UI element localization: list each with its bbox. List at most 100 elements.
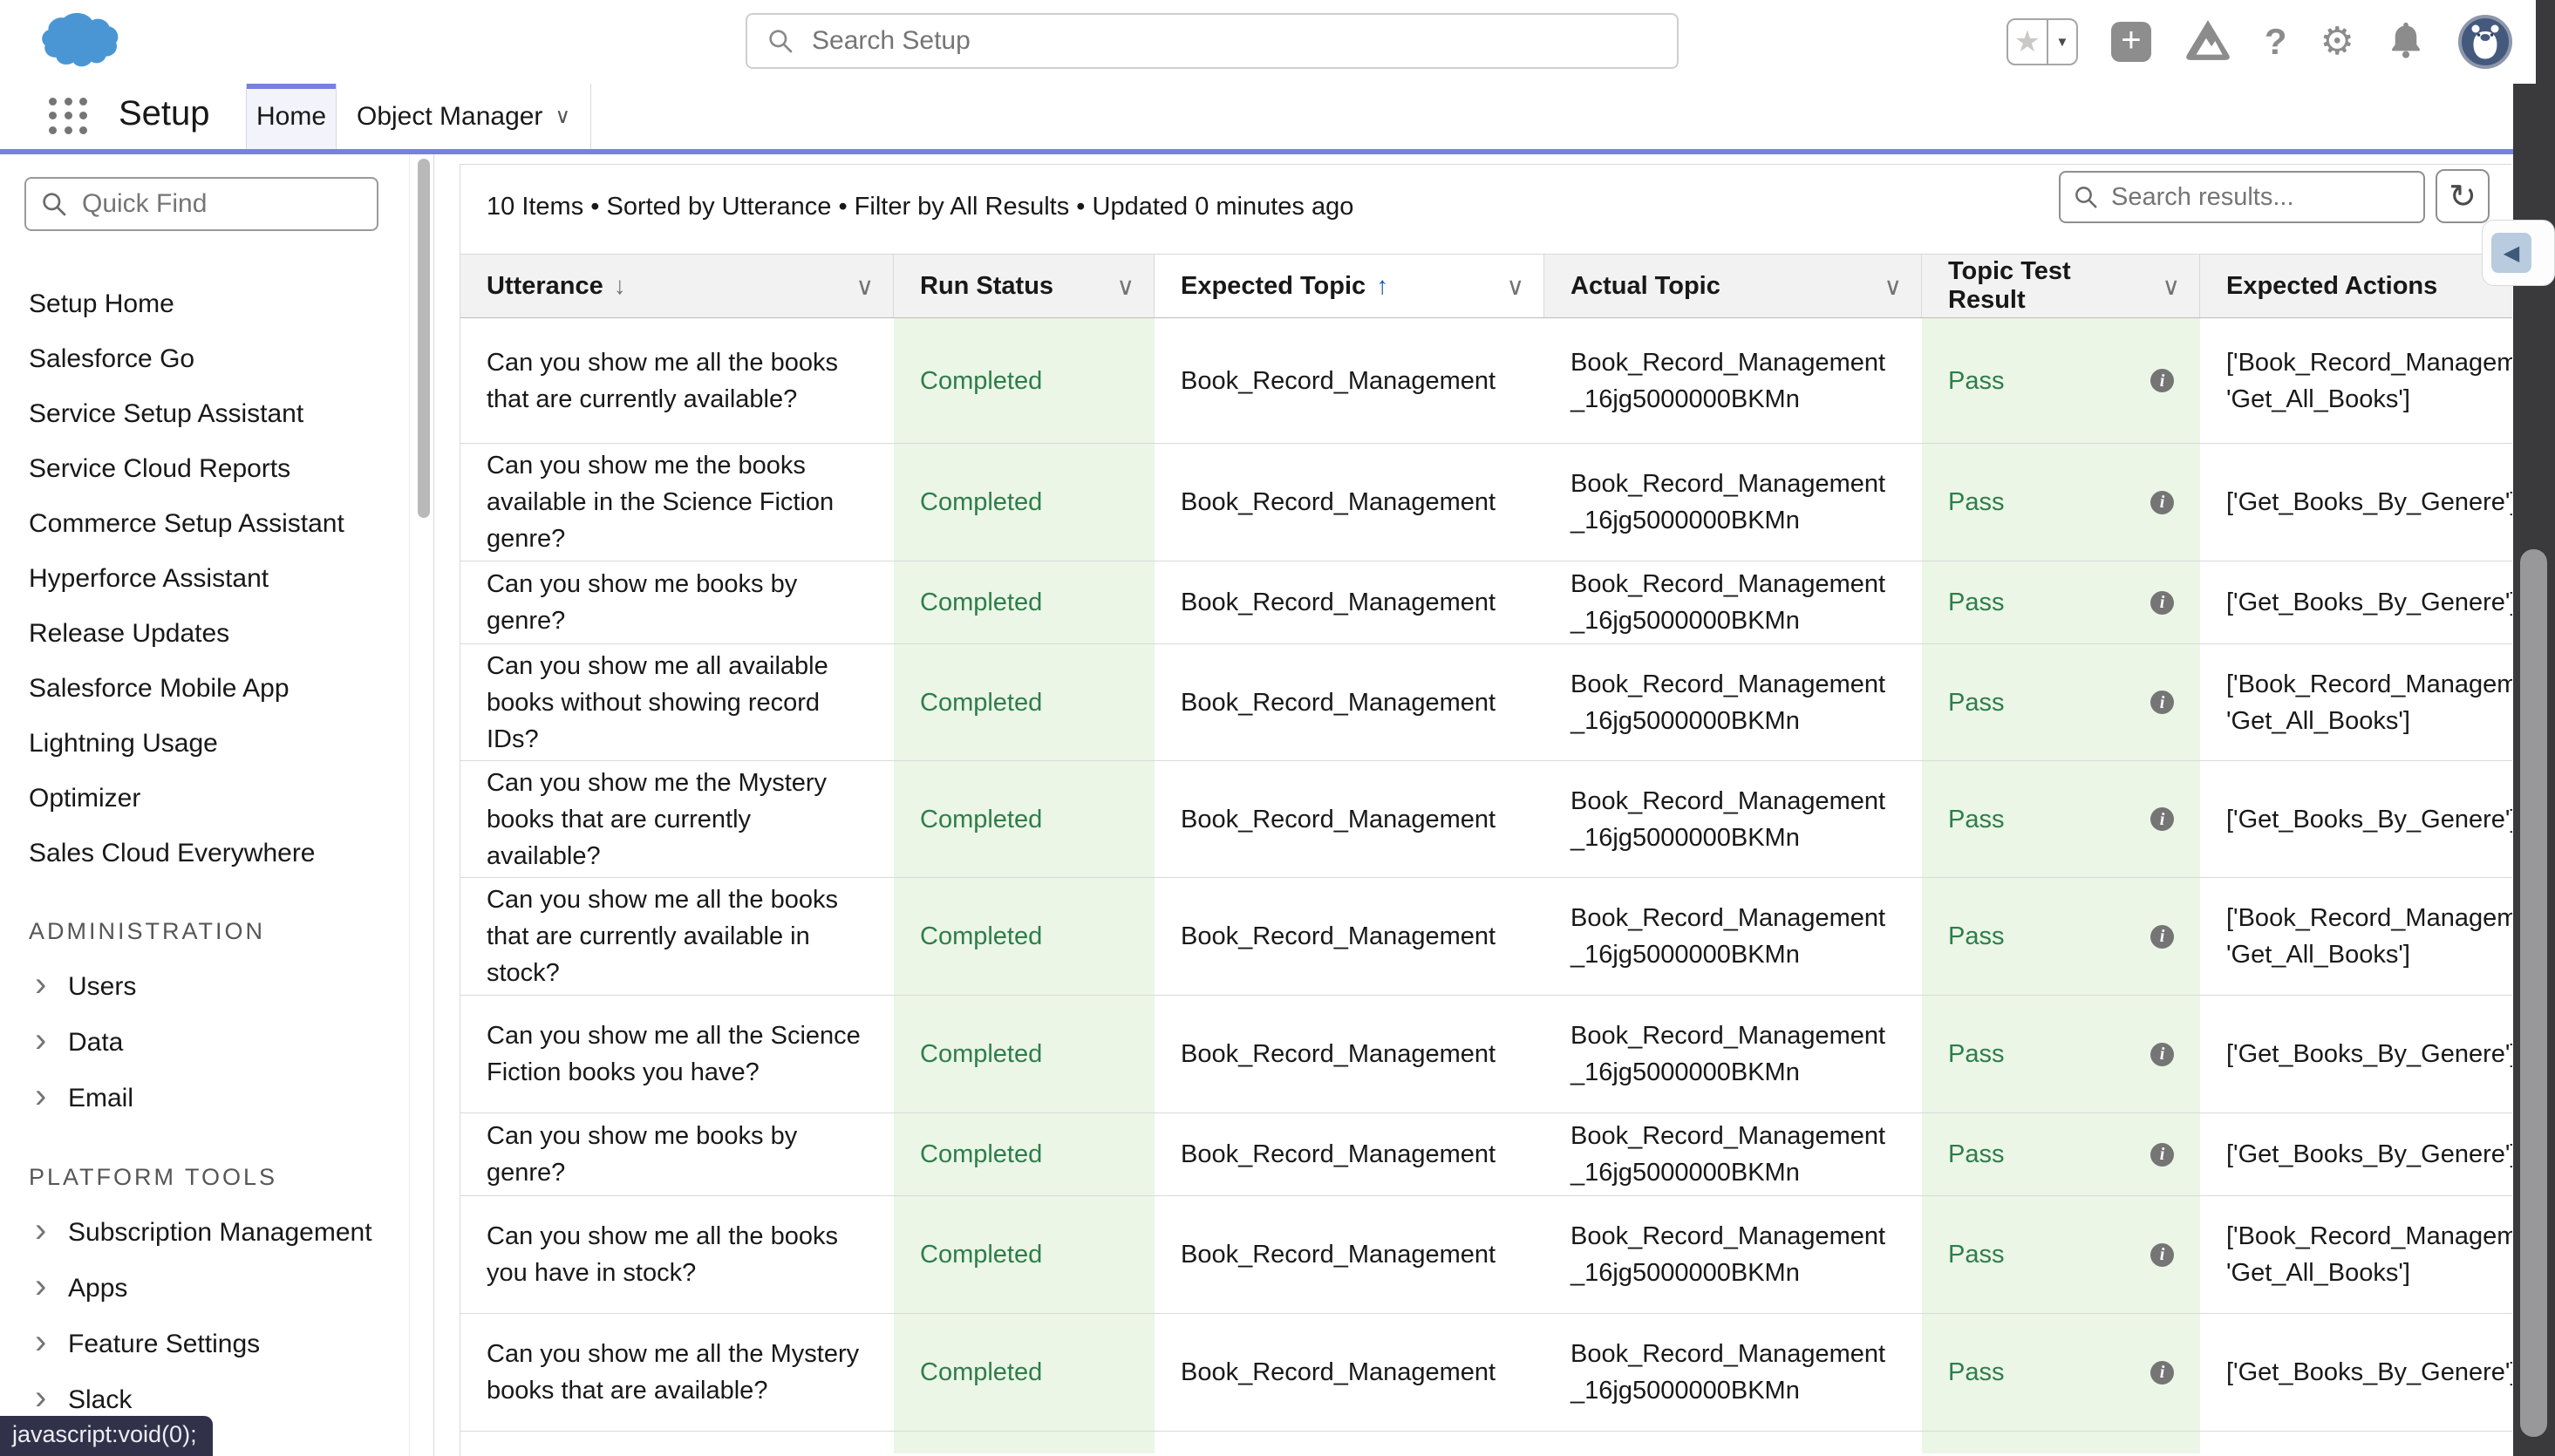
refresh-button[interactable]: ↻ bbox=[2436, 169, 2490, 223]
collapse-panel-button[interactable]: ◀ bbox=[2491, 233, 2531, 273]
expected-topic-cell: Book_Record_Management bbox=[1155, 878, 1544, 995]
sidebar-item[interactable]: Salesforce Mobile App bbox=[0, 661, 410, 716]
sidebar-item[interactable]: Commerce Setup Assistant bbox=[0, 496, 410, 551]
quick-find-input[interactable] bbox=[82, 189, 340, 219]
sidebar-section-title: PLATFORM TOOLS bbox=[0, 1149, 410, 1205]
chevron-right-icon[interactable]: › bbox=[35, 1342, 68, 1347]
sidebar-item-label: Slack bbox=[68, 1385, 132, 1415]
results-search-input[interactable] bbox=[2111, 183, 2381, 212]
info-icon[interactable]: i bbox=[2150, 807, 2174, 831]
tab-home[interactable]: Home bbox=[246, 84, 337, 149]
sidebar-item-label: Sales Cloud Everywhere bbox=[29, 839, 316, 868]
column-header[interactable]: Run Status ∨ bbox=[894, 255, 1155, 317]
sidebar-item[interactable]: Setup Home bbox=[0, 276, 410, 331]
info-icon[interactable]: i bbox=[2150, 691, 2174, 714]
sidebar-item-label: Users bbox=[68, 972, 136, 1002]
chevron-right-icon[interactable]: › bbox=[35, 1096, 68, 1101]
sidebar-item[interactable]: Optimizer bbox=[0, 771, 410, 826]
chevron-right-icon[interactable]: › bbox=[35, 1230, 68, 1235]
topic-test-result-cell bbox=[1922, 1432, 2200, 1453]
column-menu-chevron-icon[interactable]: ∨ bbox=[1117, 272, 1135, 301]
quick-create-button[interactable]: + bbox=[2111, 22, 2151, 62]
column-menu-chevron-icon[interactable]: ∨ bbox=[856, 272, 875, 301]
chevron-right-icon[interactable]: › bbox=[35, 984, 68, 990]
expected-topic-cell: Book_Record_Management bbox=[1155, 318, 1544, 443]
table-row: Can you show me books by genre? Complete… bbox=[460, 1113, 2512, 1196]
app-launcher-button[interactable] bbox=[49, 98, 91, 136]
sidebar-group-item[interactable]: › Users bbox=[0, 959, 410, 1015]
column-header[interactable]: Topic Test Result ∨ bbox=[1922, 255, 2200, 317]
run-status-value: Completed bbox=[920, 363, 1042, 399]
help-button[interactable]: ? bbox=[2265, 21, 2287, 63]
info-icon[interactable]: i bbox=[2150, 1243, 2174, 1267]
sidebar-scrollbar-thumb[interactable] bbox=[418, 159, 430, 518]
run-status-cell: Completed bbox=[894, 1113, 1155, 1195]
favorites-dropdown[interactable]: ▼ bbox=[2047, 20, 2076, 64]
salesforce-cloud-logo[interactable] bbox=[24, 7, 127, 81]
sidebar-item[interactable]: Release Updates bbox=[0, 606, 410, 661]
sidebar-item[interactable]: Sales Cloud Everywhere bbox=[0, 826, 410, 881]
column-header[interactable]: Expected Topic ↑ ∨ bbox=[1155, 255, 1544, 317]
actual-topic-cell: Book_Record_Management_16jg5000000BKMn bbox=[1544, 644, 1922, 760]
info-icon[interactable]: i bbox=[2150, 491, 2174, 514]
run-status-cell: Completed bbox=[894, 1314, 1155, 1431]
sidebar-group-item[interactable]: › Email bbox=[0, 1071, 410, 1126]
sidebar-item[interactable]: Service Cloud Reports bbox=[0, 441, 410, 496]
topic-test-result-cell: Pass i bbox=[1922, 644, 2200, 760]
expected-actions-cell: ['Book_Record_Management', 'Get_All_Book… bbox=[2200, 878, 2512, 995]
setup-gear-button[interactable]: ⚙ bbox=[2320, 23, 2354, 61]
sidebar-group-item[interactable]: › Feature Settings bbox=[0, 1317, 410, 1372]
setup-tab-bar: Setup Home Object Manager ∨ bbox=[0, 84, 2555, 149]
expected-topic-value: Book_Record_Management bbox=[1181, 484, 1496, 520]
sidebar-item[interactable]: Salesforce Go bbox=[0, 331, 410, 386]
info-icon[interactable]: i bbox=[2150, 1043, 2174, 1066]
user-avatar[interactable] bbox=[2457, 14, 2513, 70]
sidebar-group-item[interactable]: › Apps bbox=[0, 1261, 410, 1317]
sidebar-item[interactable]: Hyperforce Assistant bbox=[0, 551, 410, 606]
utterance-text: Can you show me books by genre? bbox=[487, 566, 868, 639]
chevron-right-icon[interactable]: › bbox=[35, 1398, 68, 1403]
chevron-right-icon[interactable]: › bbox=[35, 1040, 68, 1045]
notifications-button[interactable] bbox=[2388, 20, 2424, 65]
utterance-cell: Can you show me books by genre? bbox=[460, 561, 894, 643]
sidebar-item-label: Optimizer bbox=[29, 784, 140, 813]
sidebar-item[interactable]: Service Setup Assistant bbox=[0, 386, 410, 441]
chevron-right-icon[interactable]: › bbox=[35, 1286, 68, 1291]
run-status-value: Completed bbox=[920, 1236, 1042, 1273]
column-menu-chevron-icon[interactable]: ∨ bbox=[1507, 272, 1525, 301]
sidebar-item-label: Lightning Usage bbox=[29, 729, 218, 759]
info-icon[interactable]: i bbox=[2150, 591, 2174, 615]
run-status-value: Completed bbox=[920, 684, 1042, 721]
expected-actions-cell: ['Book_Record_Management', 'Get_All_Book… bbox=[2200, 318, 2512, 443]
utterance-cell: Can you show me all the Science Fiction … bbox=[460, 996, 894, 1112]
tab-object-manager[interactable]: Object Manager ∨ bbox=[337, 84, 591, 149]
column-header[interactable]: Expected Actions bbox=[2200, 255, 2512, 317]
column-header[interactable]: Actual Topic ∨ bbox=[1544, 255, 1922, 317]
expected-topic-value: Book_Record_Management bbox=[1181, 684, 1496, 721]
info-icon[interactable]: i bbox=[2150, 925, 2174, 949]
sidebar-group-item[interactable]: › Subscription Management bbox=[0, 1205, 410, 1261]
utterance-cell: Can you show me all available books with… bbox=[460, 644, 894, 760]
trailhead-button[interactable] bbox=[2184, 18, 2231, 66]
quick-find-box bbox=[24, 177, 378, 231]
info-icon[interactable]: i bbox=[2150, 1143, 2174, 1167]
expected-topic-value: Book_Record_Management bbox=[1181, 1354, 1496, 1391]
header-actions: ★ ▼ + ? ⚙ bbox=[2007, 0, 2513, 84]
expected-topic-cell: Book_Record_Management bbox=[1155, 1113, 1544, 1195]
favorites-button[interactable]: ★ ▼ bbox=[2007, 18, 2078, 65]
expected-actions-cell: ['Get_Books_By_Genere'] bbox=[2200, 761, 2512, 877]
info-icon[interactable]: i bbox=[2150, 369, 2174, 392]
sidebar-nav: Setup Home Salesforce Go Service Setup A… bbox=[0, 276, 410, 1428]
sidebar-item[interactable]: Lightning Usage bbox=[0, 716, 410, 771]
table-row: Can you show me all the books you have i… bbox=[460, 1196, 2512, 1314]
info-icon[interactable]: i bbox=[2150, 1361, 2174, 1385]
column-menu-chevron-icon[interactable]: ∨ bbox=[2163, 272, 2181, 301]
column-menu-chevron-icon[interactable]: ∨ bbox=[1884, 272, 1903, 301]
page-scrollbar-thumb[interactable] bbox=[2520, 549, 2547, 1437]
search-icon bbox=[766, 27, 794, 55]
global-search-input[interactable] bbox=[812, 26, 1614, 56]
actual-topic-value: Book_Record_Management_16jg5000000BKMn bbox=[1570, 1336, 1896, 1409]
star-icon[interactable]: ★ bbox=[2008, 20, 2047, 64]
sidebar-group-item[interactable]: › Data bbox=[0, 1015, 410, 1071]
column-header[interactable]: Utterance ↓ ∨ bbox=[460, 255, 894, 317]
